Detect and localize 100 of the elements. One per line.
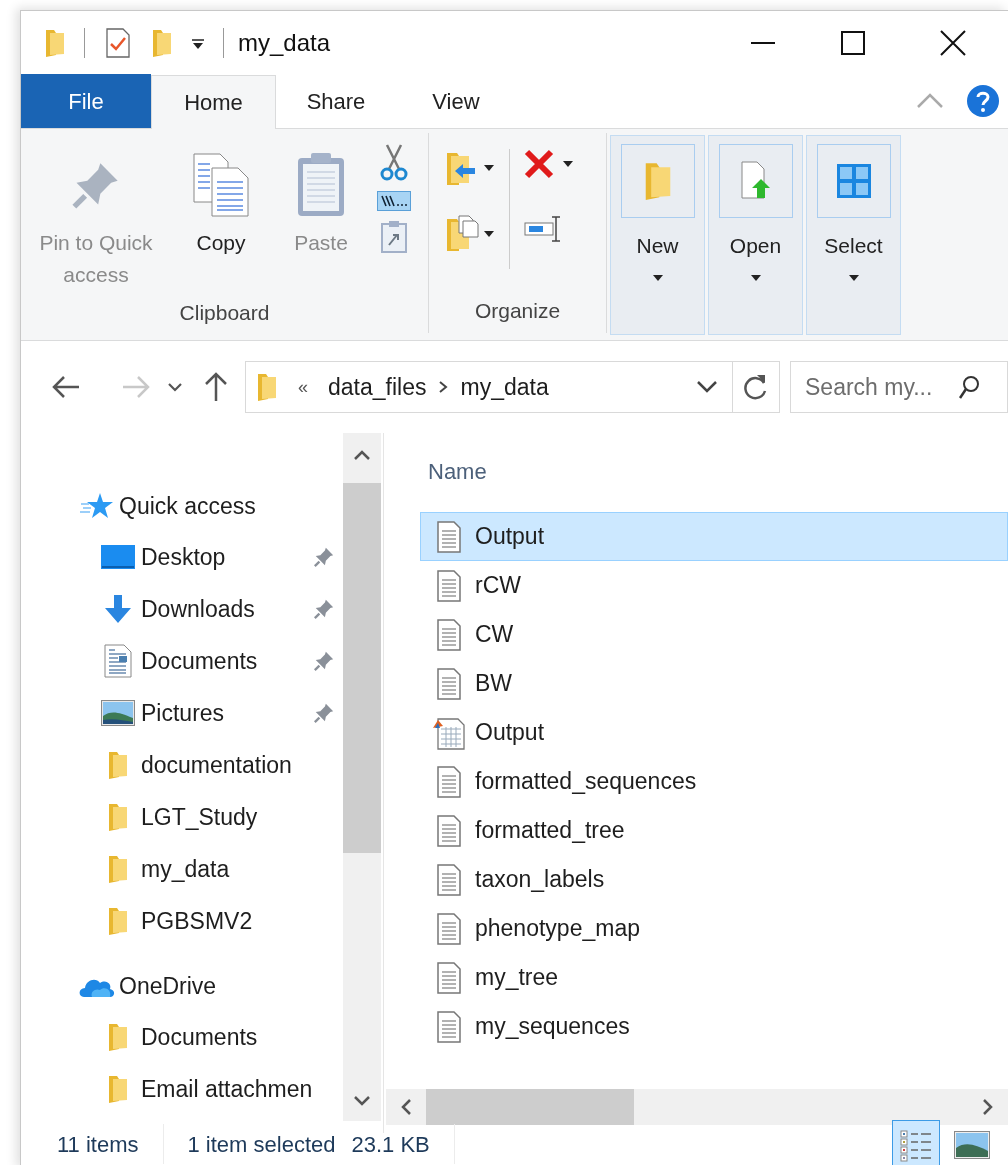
- nav-item[interactable]: Downloads: [77, 583, 341, 635]
- search-field[interactable]: Search my...: [805, 369, 955, 405]
- vertical-scrollbar[interactable]: [343, 433, 381, 1121]
- breadcrumb[interactable]: data_files: [328, 369, 427, 405]
- properties-icon[interactable]: [105, 27, 131, 59]
- pin-icon[interactable]: [313, 546, 335, 568]
- folder-icon: [44, 28, 66, 58]
- nav-item[interactable]: Documents: [77, 635, 341, 687]
- file-row[interactable]: my_tree: [420, 953, 1008, 1002]
- pin-icon[interactable]: [313, 702, 335, 724]
- maximize-icon: [841, 31, 865, 55]
- selection-size: 23.1 KB: [351, 1130, 430, 1159]
- open-button[interactable]: Open: [708, 135, 803, 335]
- clipboard-icon: [296, 152, 346, 218]
- group-label: Organize: [473, 298, 562, 324]
- pin-icon[interactable]: [313, 598, 335, 620]
- nav-item[interactable]: PGBSMV2: [77, 895, 341, 947]
- file-row[interactable]: rCW: [420, 561, 1008, 610]
- text-file-icon: [436, 520, 462, 553]
- copy-to-button[interactable]: [445, 215, 495, 253]
- text-file-icon: [436, 961, 462, 994]
- scroll-up-icon[interactable]: [353, 449, 371, 461]
- folder-icon: [256, 372, 278, 402]
- window-title: my_data: [238, 28, 331, 58]
- delete-icon: [524, 149, 554, 179]
- item-count: 11 items: [57, 1130, 139, 1159]
- collapse-ribbon-icon[interactable]: [916, 93, 944, 109]
- file-row[interactable]: CW: [420, 610, 1008, 659]
- file-row[interactable]: BW: [420, 659, 1008, 708]
- new-button[interactable]: New: [610, 135, 705, 335]
- file-row[interactable]: Output: [420, 708, 1008, 757]
- breadcrumb[interactable]: my_data: [460, 369, 549, 405]
- ribbon-tab[interactable]: Share: [276, 74, 396, 128]
- copy-icon: [192, 152, 250, 218]
- minimize-icon: [751, 42, 775, 44]
- file-tab[interactable]: File: [21, 74, 151, 128]
- file-row[interactable]: taxon_labels: [420, 855, 1008, 904]
- search-box[interactable]: Search my...: [790, 361, 1008, 413]
- file-row[interactable]: formatted_tree: [420, 806, 1008, 855]
- nav-section-item[interactable]: Quick access: [77, 481, 341, 531]
- scroll-thumb[interactable]: [426, 1089, 634, 1125]
- paste-shortcut-icon[interactable]: [381, 221, 407, 253]
- help-icon[interactable]: [966, 84, 1000, 118]
- file-row[interactable]: Output: [420, 512, 1008, 561]
- caret-icon: [651, 273, 664, 282]
- text-file-icon: [436, 618, 462, 651]
- text-file-icon: [436, 814, 462, 847]
- caret-icon: [847, 273, 860, 282]
- chevron-down-icon[interactable]: [696, 380, 718, 394]
- ribbon-tab[interactable]: View: [396, 74, 516, 128]
- text-file-icon: [436, 765, 462, 798]
- details-view-button[interactable]: [892, 1120, 940, 1165]
- copy-to-icon: [445, 215, 479, 253]
- breadcrumb-overflow[interactable]: «: [298, 373, 308, 401]
- search-icon: [959, 374, 979, 400]
- file-row[interactable]: my_sequences: [420, 1002, 1008, 1051]
- nav-item[interactable]: LGT_Study: [77, 791, 341, 843]
- scroll-down-icon[interactable]: [353, 1095, 371, 1107]
- close-icon: [940, 30, 966, 56]
- scroll-thumb[interactable]: [343, 483, 381, 853]
- folder-icon: [107, 750, 129, 780]
- text-file-icon: [436, 569, 462, 602]
- nav-item[interactable]: Desktop: [77, 531, 341, 583]
- nav-item[interactable]: my_data: [77, 843, 341, 895]
- back-arrow-icon[interactable]: [51, 375, 81, 399]
- customize-dropdown-icon[interactable]: [191, 36, 205, 50]
- text-file-icon: [436, 863, 462, 896]
- text-file-icon: [436, 667, 462, 700]
- nav-item[interactable]: documentation: [77, 739, 341, 791]
- file-row[interactable]: phenotype_map: [420, 904, 1008, 953]
- copy-path-icon[interactable]: [377, 191, 411, 211]
- scroll-right-icon[interactable]: [982, 1098, 994, 1116]
- copy-button[interactable]: Copy: [171, 143, 271, 291]
- nav-item[interactable]: Documents: [77, 1011, 341, 1063]
- star-icon: [80, 491, 114, 521]
- column-header[interactable]: Name: [428, 455, 1008, 488]
- pin-icon[interactable]: [313, 650, 335, 672]
- select-button[interactable]: Select: [806, 135, 901, 335]
- recent-locations-icon[interactable]: [167, 382, 183, 392]
- scissors-icon[interactable]: [379, 143, 409, 181]
- nav-item[interactable]: Email attachmen: [77, 1063, 341, 1115]
- refresh-icon[interactable]: [743, 373, 769, 401]
- caret-icon: [483, 164, 495, 172]
- group-label: Clipboard: [178, 300, 271, 326]
- scroll-left-icon[interactable]: [400, 1098, 412, 1116]
- picture-icon: [101, 700, 135, 726]
- file-row[interactable]: formatted_sequences: [420, 757, 1008, 806]
- rename-icon[interactable]: [524, 215, 562, 243]
- nav-item[interactable]: Pictures: [77, 687, 341, 739]
- desktop-icon: [101, 544, 135, 570]
- horizontal-scrollbar[interactable]: [386, 1089, 1008, 1125]
- up-arrow-icon[interactable]: [203, 371, 229, 403]
- text-file-icon: [436, 1010, 462, 1043]
- nav-section-item[interactable]: OneDrive: [77, 961, 341, 1011]
- caret-icon: [562, 160, 574, 168]
- new-folder-icon: [151, 28, 173, 58]
- ribbon-tab[interactable]: Home: [151, 75, 276, 129]
- text-file-icon: [436, 912, 462, 945]
- delete-button[interactable]: [524, 149, 574, 179]
- address-bar[interactable]: « data_files my_data: [245, 361, 780, 413]
